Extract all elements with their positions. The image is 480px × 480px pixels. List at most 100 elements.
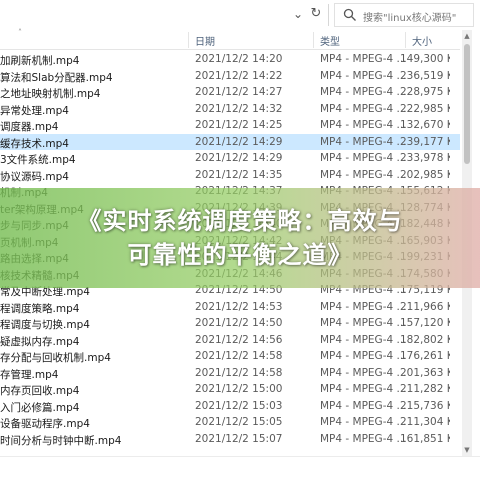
- file-size: 211,966 KB: [400, 300, 450, 313]
- banner-title-line-2: 可靠性的平衡之道》: [127, 241, 353, 269]
- file-name: 程调度与切换.mp4: [0, 319, 90, 331]
- file-name: 设备驱动程序.mp4: [0, 418, 90, 430]
- search-input[interactable]: 搜索"linux核心源码": [334, 3, 474, 27]
- file-row[interactable]: 疑虚拟内存.mp4 2021/12/2 14:56 MP4 - MPEG-4 ...…: [0, 331, 460, 349]
- scroll-down-icon[interactable]: ▼: [462, 444, 472, 456]
- file-row[interactable]: 程调度与切换.mp4 2021/12/2 14:50 MP4 - MPEG-4 ..…: [0, 315, 460, 332]
- column-divider[interactable]: [188, 32, 189, 48]
- file-type: MP4 - MPEG-4 ...: [320, 119, 407, 131]
- file-name: 程调度策略.mp4: [0, 302, 80, 315]
- file-size: 211,304 KB: [400, 416, 450, 428]
- file-row[interactable]: 之地址映射机制.mp4 2021/12/2 14:27 MP4 - MPEG-4 .…: [0, 84, 460, 101]
- file-name: 协议源码.mp4: [0, 170, 69, 183]
- file-name: 3文件系统.mp4: [0, 154, 76, 166]
- file-type: MP4 - MPEG-4 ...: [320, 152, 407, 164]
- file-row[interactable]: 缓存技术.mp4 2021/12/2 14:29 MP4 - MPEG-4 ... 2…: [0, 133, 460, 151]
- title-banner: 《实时系统调度策略：高效与 可靠性的平衡之道》: [0, 188, 480, 288]
- file-row[interactable]: 入门必修篇.mp4 2021/12/2 15:03 MP4 - MPEG-4 ...…: [0, 397, 460, 415]
- column-type[interactable]: 类型: [320, 33, 340, 48]
- file-type: MP4 - MPEG-4 ...: [320, 366, 407, 379]
- status-bar: [0, 456, 480, 480]
- banner-title-line-1: 《实时系统调度策略：高效与: [77, 207, 403, 235]
- file-name: 入门必修篇.mp4: [0, 401, 80, 414]
- file-size: 211,282 KB: [400, 383, 450, 395]
- file-row[interactable]: 存分配与回收机制.mp4 2021/12/2 14:58 MP4 - MPEG-4 …: [0, 348, 460, 365]
- file-date: 2021/12/2 14:58: [195, 366, 283, 379]
- file-row[interactable]: 3文件系统.mp4 2021/12/2 14:29 MP4 - MPEG-4 ...…: [0, 150, 460, 167]
- file-type: MP4 - MPEG-4 ...: [320, 383, 407, 395]
- file-size: 161,851 KB: [400, 432, 450, 445]
- file-size: 201,363 KB: [400, 366, 450, 379]
- file-row[interactable]: 调度器.mp4 2021/12/2 14:25 MP4 - MPEG-4 ... 13…: [0, 117, 460, 134]
- file-name: 缓存技术.mp4: [0, 137, 69, 150]
- file-size: 182,802 KB: [400, 333, 450, 346]
- file-name: 算法和Slab分配器.mp4: [0, 71, 113, 84]
- file-size: 239,177 KB: [400, 135, 450, 148]
- file-size: 176,261 KB: [400, 350, 450, 362]
- file-name: 之地址映射机制.mp4: [0, 88, 101, 100]
- file-row[interactable]: 程调度策略.mp4 2021/12/2 14:53 MP4 - MPEG-4 ...…: [0, 298, 460, 316]
- file-row[interactable]: 加刷新机制.mp4 2021/12/2 14:20 MP4 - MPEG-4 ...…: [0, 51, 460, 68]
- file-type: MP4 - MPEG-4 ...: [320, 135, 407, 148]
- file-size: 215,736 KB: [400, 399, 450, 412]
- file-date: 2021/12/2 14:32: [195, 102, 283, 115]
- file-date: 2021/12/2 15:07: [195, 432, 283, 445]
- file-row[interactable]: 内存页回收.mp4 2021/12/2 15:00 MP4 - MPEG-4 ...…: [0, 381, 460, 398]
- file-size: 132,670 KB: [400, 119, 450, 131]
- file-type: MP4 - MPEG-4 ...: [320, 69, 407, 82]
- file-type: MP4 - MPEG-4 ...: [320, 317, 407, 329]
- chevron-down-icon[interactable]: ⌄: [290, 6, 306, 22]
- file-date: 2021/12/2 14:22: [195, 69, 283, 82]
- file-date: 2021/12/2 15:00: [195, 383, 283, 395]
- file-row[interactable]: 存管理.mp4 2021/12/2 14:58 MP4 - MPEG-4 ... 20…: [0, 364, 460, 382]
- file-type: MP4 - MPEG-4 ...: [320, 86, 407, 98]
- file-size: 149,300 KB: [400, 53, 450, 65]
- file-type: MP4 - MPEG-4 ...: [320, 399, 407, 412]
- file-type: MP4 - MPEG-4 ...: [320, 432, 407, 445]
- file-date: 2021/12/2 14:29: [195, 152, 283, 164]
- column-header: ˄ 日期 类型 大小: [0, 28, 460, 50]
- file-date: 2021/12/2 14:25: [195, 119, 283, 131]
- file-size: 157,120 KB: [400, 317, 450, 329]
- file-size: 222,985 KB: [400, 102, 450, 115]
- file-name: 调度器.mp4: [0, 121, 59, 133]
- column-size[interactable]: 大小: [412, 33, 432, 48]
- file-size: 233,978 KB: [400, 152, 450, 164]
- toolbar-divider: [328, 4, 329, 26]
- file-row[interactable]: 异常处理.mp4 2021/12/2 14:32 MP4 - MPEG-4 ... 2…: [0, 100, 460, 118]
- file-type: MP4 - MPEG-4 ...: [320, 102, 407, 115]
- file-name: 疑虚拟内存.mp4: [0, 335, 80, 348]
- file-date: 2021/12/2 14:50: [195, 317, 283, 329]
- search-icon: [343, 8, 356, 21]
- column-date[interactable]: 日期: [195, 33, 215, 48]
- file-date: 2021/12/2 14:29: [195, 135, 283, 148]
- column-divider[interactable]: [313, 32, 314, 48]
- file-size: 202,985 KB: [400, 168, 450, 181]
- file-date: 2021/12/2 14:27: [195, 86, 283, 98]
- file-row[interactable]: 协议源码.mp4 2021/12/2 14:35 MP4 - MPEG-4 ... 2…: [0, 166, 460, 184]
- file-type: MP4 - MPEG-4 ...: [320, 333, 407, 346]
- file-row[interactable]: 时间分析与时钟中断.mp4 2021/12/2 15:07 MP4 - MPEG-4…: [0, 430, 460, 448]
- file-type: MP4 - MPEG-4 ...: [320, 300, 407, 313]
- toolbar: ⌄ ↻ 搜索"linux核心源码": [0, 0, 480, 30]
- column-divider[interactable]: [405, 32, 406, 48]
- scroll-up-icon[interactable]: ▲: [462, 30, 472, 42]
- search-placeholder: 搜索"linux核心源码": [363, 13, 457, 24]
- file-row[interactable]: 设备驱动程序.mp4 2021/12/2 15:05 MP4 - MPEG-4 ..…: [0, 414, 460, 431]
- file-name: 存分配与回收机制.mp4: [0, 352, 111, 364]
- file-date: 2021/12/2 14:53: [195, 300, 283, 313]
- file-type: MP4 - MPEG-4 ...: [320, 416, 407, 428]
- file-name: 存管理.mp4: [0, 368, 59, 381]
- refresh-icon[interactable]: ↻: [308, 6, 324, 22]
- file-date: 2021/12/2 15:05: [195, 416, 283, 428]
- file-date: 2021/12/2 14:56: [195, 333, 283, 346]
- file-size: 228,975 KB: [400, 86, 450, 98]
- scrollbar-thumb[interactable]: [464, 44, 470, 164]
- file-name: 异常处理.mp4: [0, 104, 69, 117]
- file-row[interactable]: 算法和Slab分配器.mp4 2021/12/2 14:22 MP4 - MPEG-…: [0, 67, 460, 85]
- file-name: 内存页回收.mp4: [0, 385, 80, 397]
- file-type: MP4 - MPEG-4 ...: [320, 350, 407, 362]
- sort-up-icon: ˄: [18, 28, 22, 37]
- file-size: 236,519 KB: [400, 69, 450, 82]
- file-date: 2021/12/2 14:58: [195, 350, 283, 362]
